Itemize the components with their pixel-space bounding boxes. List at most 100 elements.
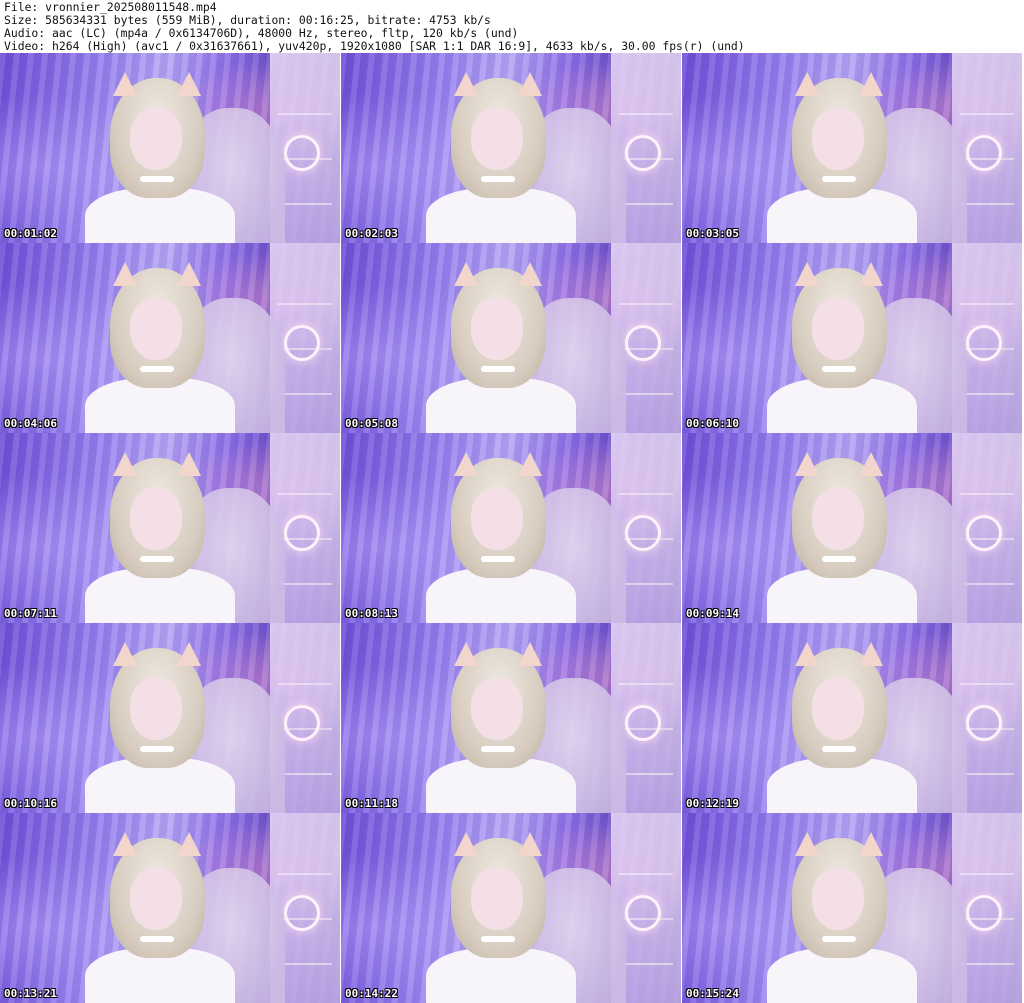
choker <box>481 176 515 182</box>
cat-ear-left <box>454 832 478 856</box>
face <box>130 108 182 170</box>
thumbnail-timestamp: 00:08:13 <box>345 607 398 620</box>
cat-ear-left <box>113 262 137 286</box>
choker <box>140 746 174 752</box>
cat-ear-right <box>859 452 883 476</box>
file-info-header: File: vronnier_202508011548.mp4 Size: 58… <box>4 1 1020 53</box>
choker <box>140 366 174 372</box>
video-thumbnail: 00:13:21 <box>0 813 340 1003</box>
person-figure <box>85 832 235 1003</box>
thumbnail-timestamp: 00:07:11 <box>4 607 57 620</box>
ring-light <box>966 705 1002 741</box>
thumbnail-timestamp: 00:14:22 <box>345 987 398 1000</box>
ring-light <box>625 325 661 361</box>
cat-ear-right <box>177 262 201 286</box>
thumbnail-timestamp: 00:01:02 <box>4 227 57 240</box>
cat-ear-left <box>454 262 478 286</box>
face <box>471 488 523 550</box>
person-figure <box>767 72 917 243</box>
person-figure <box>767 262 917 433</box>
cat-ear-left <box>795 642 819 666</box>
thumbnail-timestamp: 00:09:14 <box>686 607 739 620</box>
thumbnail-timestamp: 00:04:06 <box>4 417 57 430</box>
cat-ear-right <box>518 72 542 96</box>
cat-ear-right <box>859 262 883 286</box>
person-figure <box>767 832 917 1003</box>
ring-light <box>284 325 320 361</box>
cat-ear-left <box>795 452 819 476</box>
choker <box>481 936 515 942</box>
ring-light <box>966 135 1002 171</box>
video-thumbnail: 00:10:16 <box>0 623 340 813</box>
choker <box>481 746 515 752</box>
person-figure <box>767 642 917 813</box>
ring-light <box>625 515 661 551</box>
cat-ear-left <box>113 642 137 666</box>
cat-ear-left <box>113 72 137 96</box>
face <box>812 678 864 740</box>
cat-ear-right <box>177 642 201 666</box>
cat-ear-right <box>518 642 542 666</box>
thumbnail-timestamp: 00:03:05 <box>686 227 739 240</box>
person-figure <box>426 452 576 623</box>
choker <box>822 556 856 562</box>
cat-ear-left <box>795 72 819 96</box>
ring-light <box>966 325 1002 361</box>
choker <box>822 746 856 752</box>
cat-ear-right <box>859 832 883 856</box>
thumbnail-timestamp: 00:11:18 <box>345 797 398 810</box>
thumbnail-timestamp: 00:05:08 <box>345 417 398 430</box>
video-line: Video: h264 (High) (avc1 / 0x31637661), … <box>4 39 745 53</box>
face <box>812 868 864 930</box>
ring-light <box>284 705 320 741</box>
video-thumbnail: 00:06:10 <box>682 243 1022 433</box>
ring-light <box>284 515 320 551</box>
ring-light <box>284 895 320 931</box>
cat-ear-right <box>859 642 883 666</box>
face <box>471 868 523 930</box>
video-thumbnail: 00:07:11 <box>0 433 340 623</box>
choker <box>140 936 174 942</box>
cat-ear-left <box>113 832 137 856</box>
cat-ear-right <box>177 832 201 856</box>
person-figure <box>767 452 917 623</box>
person-figure <box>85 452 235 623</box>
person-figure <box>426 72 576 243</box>
video-thumbnail: 00:02:03 <box>341 53 681 243</box>
face <box>130 298 182 360</box>
video-thumbnail: 00:01:02 <box>0 53 340 243</box>
ring-light <box>625 895 661 931</box>
face <box>130 678 182 740</box>
thumbnail-timestamp: 00:15:24 <box>686 987 739 1000</box>
cat-ear-left <box>795 832 819 856</box>
face <box>130 868 182 930</box>
choker <box>822 936 856 942</box>
video-thumbnail: 00:05:08 <box>341 243 681 433</box>
cat-ear-right <box>518 832 542 856</box>
video-thumbnail: 00:12:19 <box>682 623 1022 813</box>
cat-ear-right <box>859 72 883 96</box>
video-thumbnail: 00:04:06 <box>0 243 340 433</box>
video-thumbnail: 00:09:14 <box>682 433 1022 623</box>
video-thumbnail: 00:03:05 <box>682 53 1022 243</box>
choker <box>140 556 174 562</box>
cat-ear-left <box>454 452 478 476</box>
choker <box>822 366 856 372</box>
video-thumbnail: 00:15:24 <box>682 813 1022 1003</box>
face <box>812 298 864 360</box>
person-figure <box>426 262 576 433</box>
thumbnail-grid: 00:01:02 00:02:03 00:03:05 00:04:06 00:05:08… <box>0 53 1022 1003</box>
face <box>130 488 182 550</box>
cat-ear-left <box>454 72 478 96</box>
cat-ear-left <box>454 642 478 666</box>
person-figure <box>426 642 576 813</box>
video-thumbnail: 00:08:13 <box>341 433 681 623</box>
cat-ear-right <box>177 452 201 476</box>
cat-ear-right <box>177 72 201 96</box>
person-figure <box>85 262 235 433</box>
cat-ear-left <box>795 262 819 286</box>
video-thumbnail: 00:14:22 <box>341 813 681 1003</box>
ring-light <box>966 515 1002 551</box>
person-figure <box>85 642 235 813</box>
thumbnail-timestamp: 00:12:19 <box>686 797 739 810</box>
